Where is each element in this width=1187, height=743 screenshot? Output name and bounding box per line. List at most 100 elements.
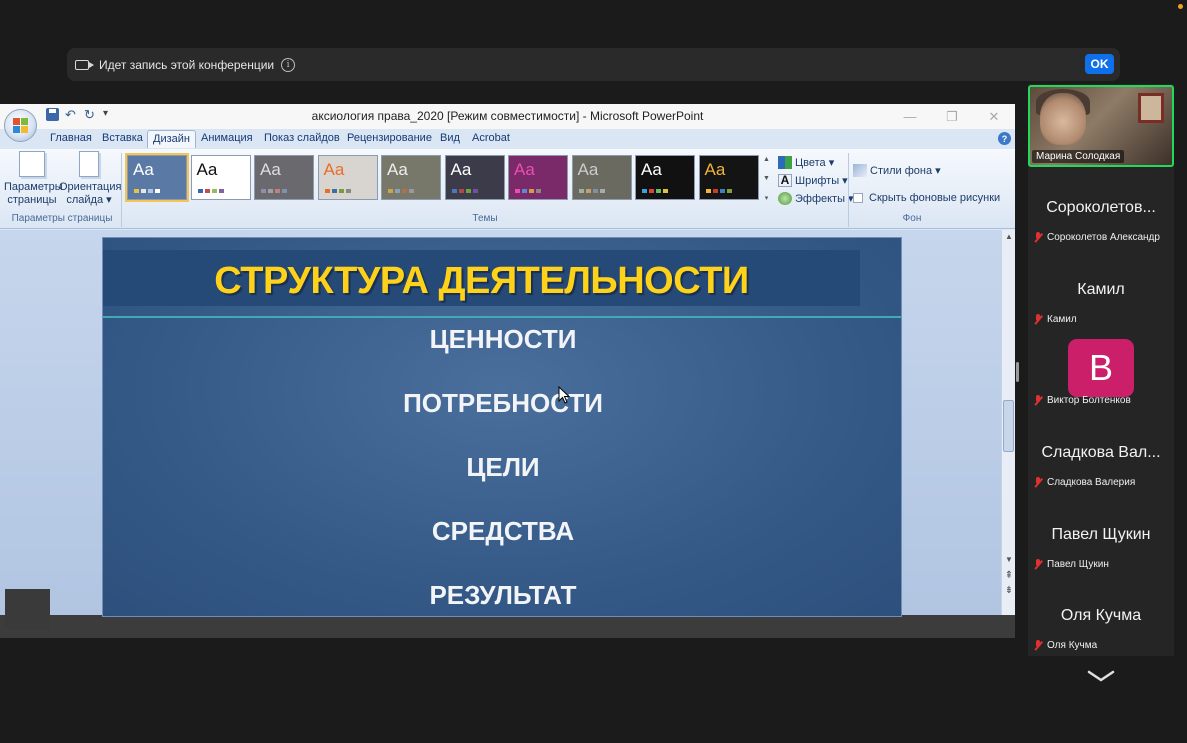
tab-animation[interactable]: Анимация: [201, 132, 253, 144]
fonts-icon: A: [778, 174, 792, 187]
scroll-down-icon[interactable]: ▼: [1002, 555, 1015, 564]
tab-slideshow[interactable]: Показ слайдов: [264, 132, 340, 144]
tab-acrobat[interactable]: Acrobat: [472, 132, 510, 144]
participant-label: Оля Кучма: [1033, 640, 1097, 651]
theme-thumbnail[interactable]: Aa: [254, 155, 314, 200]
theme-thumbnail[interactable]: Aa: [317, 155, 378, 200]
participant-name: Сладкова Валерия: [1047, 477, 1136, 488]
slide: СТРУКТУРА ДЕЯТЕЛЬНОСТИ ЦЕННОСТИ ПОТРЕБНО…: [102, 237, 902, 617]
ok-button[interactable]: OK: [1085, 54, 1114, 74]
prev-slide-icon[interactable]: ⇞: [1002, 570, 1015, 581]
participant-tile-name: Сладкова Вал...: [1041, 444, 1161, 461]
info-icon[interactable]: i: [281, 57, 296, 72]
theme-color-swatches: [515, 189, 541, 193]
theme-thumbnail[interactable]: Aa: [635, 155, 695, 200]
tab-design[interactable]: Дизайн: [147, 130, 196, 148]
theme-label: Aa: [704, 160, 726, 179]
fonts-label: Шрифты ▾: [795, 175, 848, 187]
undo-icon[interactable]: ↶: [65, 108, 78, 121]
scrollbar-thumb[interactable]: [1003, 400, 1014, 452]
participant-tile-name: Сороколетов...: [1046, 199, 1156, 216]
group-label-page-setup: Параметры страницы: [11, 213, 113, 224]
slide-item-result: РЕЗУЛЬТАТ: [429, 580, 577, 610]
effects-label: Эффекты ▾: [795, 193, 854, 205]
theme-color-swatches: [324, 189, 351, 193]
participant-name: Павел Щукин: [1047, 559, 1109, 570]
colors-icon: [778, 156, 792, 169]
participant-tile-name: Оля Кучма: [1060, 607, 1142, 624]
help-icon[interactable]: ?: [998, 132, 1011, 145]
theme-label: Aa: [387, 160, 408, 179]
close-icon[interactable]: ✕: [973, 104, 1015, 129]
theme-color-swatches: [705, 189, 732, 193]
customize-qat-icon[interactable]: ▾: [103, 108, 111, 121]
group-separator: [848, 153, 849, 227]
theme-label: Aa: [450, 160, 472, 179]
hide-background-checkbox[interactable]: Скрыть фоновые рисунки: [853, 192, 1000, 204]
muted-mic-icon: [1033, 395, 1043, 406]
save-icon[interactable]: [46, 108, 59, 121]
slide-item-means: СРЕДСТВА: [431, 516, 575, 546]
tab-insert[interactable]: Вставка: [102, 132, 143, 144]
participant-label: Павел Щукин: [1033, 559, 1109, 570]
orientation-label-1: Ориентация: [59, 181, 122, 193]
theme-thumbnail[interactable]: Aa: [190, 155, 251, 200]
recording-indicator-dot: [1178, 4, 1183, 9]
theme-thumbnail[interactable]: Aa: [698, 155, 759, 200]
theme-label: Aa: [514, 160, 535, 179]
ribbon: Параметры страницы Ориентация слайда ▾ П…: [0, 149, 1015, 229]
orientation-label-2: слайда ▾: [66, 194, 112, 206]
colors-button[interactable]: Цвета ▾: [778, 156, 834, 169]
vertical-scrollbar[interactable]: ▲ ▼ ⇞ ⇟: [1001, 230, 1015, 615]
restore-icon[interactable]: ❐: [931, 104, 973, 129]
zoom-meeting-window: Идет запись этой конференции i OK аксиол…: [0, 0, 1187, 743]
slide-item-needs: ПОТРЕБНОСТИ: [403, 388, 603, 418]
status-bar: [0, 615, 1015, 638]
ribbon-tabs: Главная Вставка Дизайн Анимация Показ сл…: [0, 129, 1015, 149]
slide-orientation-button[interactable]: Ориентация слайда ▾: [59, 151, 122, 207]
split-divider-handle[interactable]: [1016, 362, 1019, 382]
participant-label: Камил: [1033, 314, 1077, 325]
hide-background-label: Скрыть фоновые рисунки: [869, 192, 1001, 204]
background-styles-button[interactable]: Стили фона ▾: [853, 164, 941, 177]
recording-banner: Идет запись этой конференции i OK: [67, 48, 1120, 81]
theme-color-swatches: [578, 189, 605, 193]
theme-color-swatches: [197, 189, 224, 193]
theme-color-swatches: [451, 189, 478, 193]
minimize-icon[interactable]: —: [889, 104, 931, 129]
participant-label: Сладкова Валерия: [1033, 477, 1135, 488]
active-speaker-video[interactable]: Марина Солодкая: [1028, 85, 1174, 167]
tab-view[interactable]: Вид: [440, 132, 460, 144]
theme-thumbnail[interactable]: Aa: [125, 153, 189, 202]
page-setup-label-2: страницы: [7, 194, 57, 206]
fonts-button[interactable]: A Шрифты ▾: [778, 174, 848, 187]
muted-mic-icon: [1033, 232, 1043, 243]
theme-thumbnail[interactable]: Aa: [381, 155, 441, 200]
group-label-themes: Темы: [472, 213, 498, 224]
chevron-down-icon[interactable]: [1087, 669, 1115, 683]
tab-review[interactable]: Рецензирование: [347, 132, 432, 144]
redo-icon[interactable]: ↻: [84, 108, 97, 121]
office-button[interactable]: [4, 109, 37, 142]
theme-color-swatches: [642, 189, 668, 193]
colors-label: Цвета ▾: [795, 157, 835, 169]
gallery-scroll[interactable]: ▲ ▼ ▾: [760, 156, 773, 202]
group-label-background: Фон: [902, 213, 922, 224]
recording-banner-text: Идет запись этой конференции: [99, 57, 275, 72]
tab-home[interactable]: Главная: [50, 132, 92, 144]
slide-item-values: ЦЕННОСТИ: [429, 324, 577, 354]
page-setup-button[interactable]: Параметры страницы: [4, 151, 63, 207]
page-setup-label-1: Параметры: [4, 181, 63, 193]
muted-mic-icon: [1033, 559, 1043, 570]
orientation-icon: [79, 151, 99, 177]
theme-thumbnail[interactable]: Aa: [571, 155, 632, 200]
thumbnail-overlay: [5, 589, 50, 629]
next-slide-icon[interactable]: ⇟: [1002, 585, 1015, 596]
effects-button[interactable]: Эффекты ▾: [778, 192, 854, 205]
scroll-up-icon[interactable]: ▲: [1002, 232, 1015, 241]
theme-label: Aa: [577, 160, 599, 179]
theme-thumbnail[interactable]: Aa: [444, 155, 505, 200]
participant-name: Оля Кучма: [1047, 640, 1098, 651]
slide-item-goals: ЦЕЛИ: [466, 452, 540, 482]
theme-thumbnail[interactable]: Aa: [508, 155, 568, 200]
